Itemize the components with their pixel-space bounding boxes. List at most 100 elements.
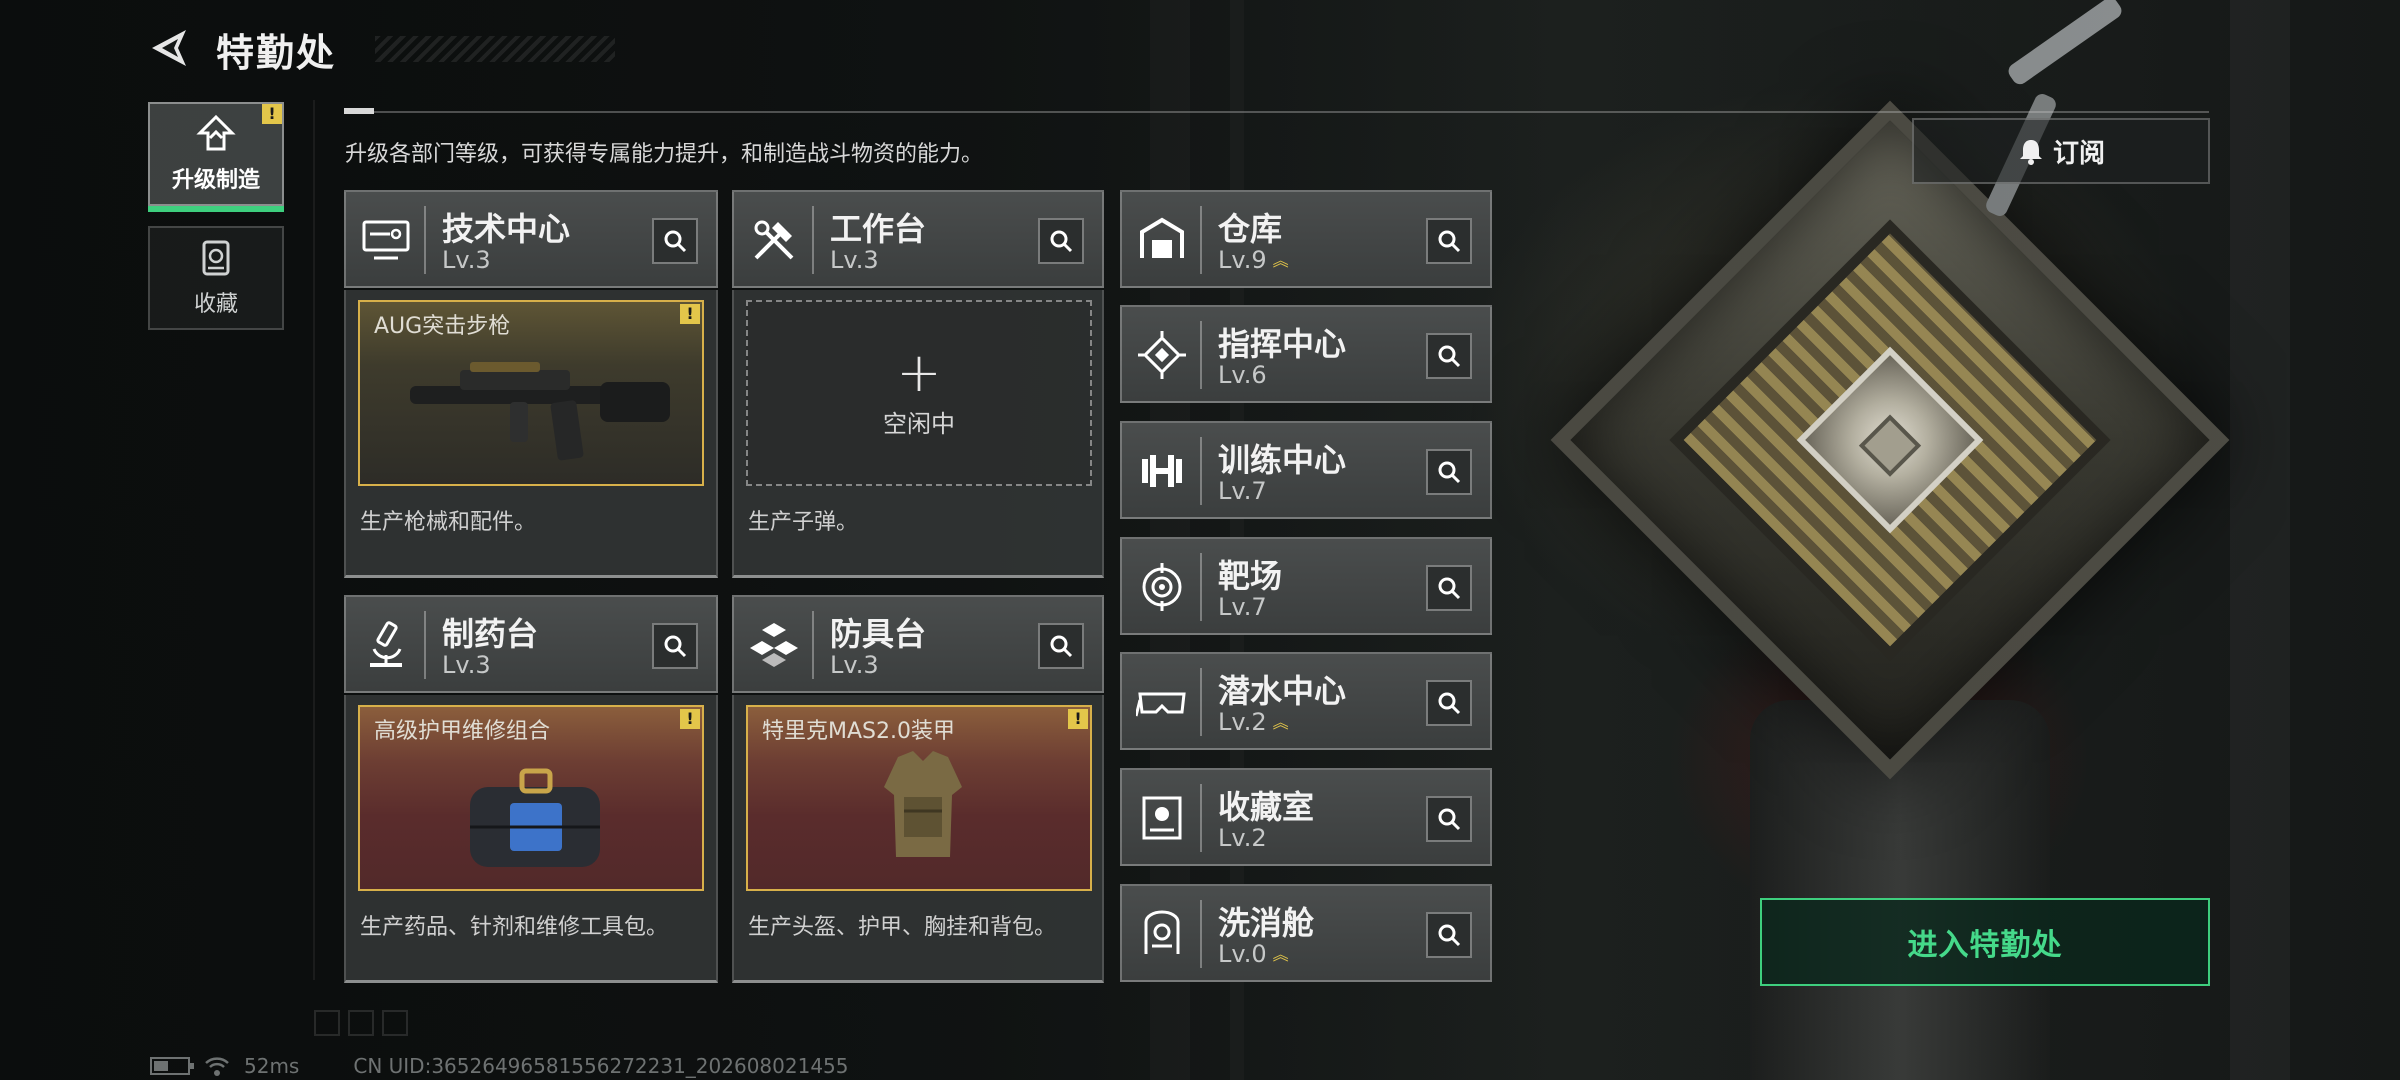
facility-workbench[interactable]: 工作台 Lv.3 xyxy=(732,190,1104,288)
warehouse-icon xyxy=(1140,217,1184,258)
magnifier-icon xyxy=(1438,924,1461,947)
department-level: Lv.7 xyxy=(1218,477,1267,505)
magnifier-icon xyxy=(1438,230,1461,253)
facility-level: Lv.3 xyxy=(830,246,879,274)
subscribe-label: 订阅 xyxy=(2052,138,2105,169)
dumbbell-icon xyxy=(1142,455,1182,487)
department-level-value: Lv.9 xyxy=(1218,246,1267,274)
department-level-value: Lv.7 xyxy=(1218,477,1267,505)
inspect-button[interactable] xyxy=(1038,218,1084,264)
microscope-icon xyxy=(370,621,402,667)
back-button[interactable] xyxy=(148,26,190,70)
bell-icon xyxy=(2019,140,2042,165)
inspect-button[interactable] xyxy=(652,218,698,264)
magnifier-icon xyxy=(1438,461,1461,484)
slot-item-name: 特里克MAS2.0装甲 xyxy=(762,719,955,744)
department-card[interactable]: 收藏室 Lv.2 xyxy=(1120,768,1492,866)
monitor-icon xyxy=(362,220,410,260)
separator xyxy=(424,206,426,274)
department-name: 仓库 xyxy=(1218,210,1283,248)
department-card[interactable]: 仓库 Lv.9 ︽ xyxy=(1120,190,1492,288)
inspect-button[interactable] xyxy=(1426,912,1472,958)
department-level: Lv.6 xyxy=(1218,361,1267,389)
inspect-button[interactable] xyxy=(1426,680,1472,726)
production-slot[interactable]: 特里克MAS2.0装甲 ! xyxy=(746,705,1092,891)
department-name: 靶场 xyxy=(1218,557,1283,595)
magnifier-icon xyxy=(1050,635,1073,658)
alert-badge: ! xyxy=(262,104,282,124)
enter-special-ops-button[interactable]: 进入特勤处 xyxy=(1760,898,2210,986)
facility-name: 工作台 xyxy=(830,210,927,248)
subscribe-button[interactable]: 订阅 xyxy=(1912,118,2210,184)
department-level-value: Lv.7 xyxy=(1218,593,1267,621)
separator xyxy=(1200,900,1202,968)
rifle-image xyxy=(410,362,670,461)
facility-name: 防具台 xyxy=(830,615,927,653)
separator xyxy=(1200,553,1202,621)
department-card[interactable]: 指挥中心 Lv.6 xyxy=(1120,305,1492,403)
tools-icon xyxy=(754,220,794,260)
plus-icon: + xyxy=(896,340,942,404)
facility-tech-center[interactable]: 技术中心 Lv.3 xyxy=(344,190,718,288)
inspect-button[interactable] xyxy=(1426,449,1472,495)
inspect-button[interactable] xyxy=(1426,218,1472,264)
empty-production-slot[interactable]: + 空闲中 xyxy=(746,300,1092,486)
production-slot[interactable]: AUG突击步枪 ! xyxy=(358,300,704,486)
inspect-button[interactable] xyxy=(1426,796,1472,842)
department-name: 指挥中心 xyxy=(1218,325,1347,363)
department-level: Lv.2 xyxy=(1218,824,1267,852)
inspect-button[interactable] xyxy=(652,623,698,669)
facility-armor-bench[interactable]: 防具台 Lv.3 xyxy=(732,595,1104,693)
slot-item-name: 高级护甲维修组合 xyxy=(374,719,551,744)
nav-collection[interactable]: 收藏 xyxy=(148,226,284,330)
chip-icon xyxy=(1138,331,1186,379)
separator xyxy=(812,206,814,274)
decon-pod-icon xyxy=(1144,910,1180,954)
repair-kit-bag-image xyxy=(470,768,600,867)
department-level: Lv.2 ︽ xyxy=(1218,708,1289,736)
department-name: 训练中心 xyxy=(1218,441,1347,479)
facility-level: Lv.3 xyxy=(442,651,491,679)
inspect-button[interactable] xyxy=(1426,333,1472,379)
wifi-icon xyxy=(205,1057,229,1076)
production-panel: AUG突击步枪 ! 生产枪械和配件。 xyxy=(344,290,718,578)
facility-pharmacy[interactable]: 制药台 Lv.3 xyxy=(344,595,718,693)
status-bar: 52ms CN UID:3652649658155627223​1_202608… xyxy=(150,1054,849,1078)
department-level: Lv.0 ︽ xyxy=(1218,940,1289,968)
department-level-value: Lv.2 xyxy=(1218,708,1267,736)
separator xyxy=(1200,437,1202,505)
department-card[interactable]: 洗消舱 Lv.0 ︽ xyxy=(1120,884,1492,982)
magnifier-icon xyxy=(1438,577,1461,600)
alert-badge: ! xyxy=(680,304,700,324)
intro-text: 升级各部门等级，可获得专属能力提升，和制造战斗物资的能力。 xyxy=(345,142,984,167)
inspect-button[interactable] xyxy=(1038,623,1084,669)
magnifier-icon xyxy=(1438,345,1461,368)
body-armor-image xyxy=(884,751,962,857)
separator xyxy=(1200,668,1202,736)
alert-badge: ! xyxy=(1068,709,1088,729)
slot-item-name: AUG突击步枪 xyxy=(374,314,511,339)
upgrade-available-icon: ︽ xyxy=(1272,945,1289,964)
department-card[interactable]: 训练中心 Lv.7 xyxy=(1120,421,1492,519)
enter-label: 进入特勤处 xyxy=(1907,928,2063,963)
separator xyxy=(1200,784,1202,852)
department-card[interactable]: 靶场 Lv.7 xyxy=(1120,537,1492,635)
facility-description: 生产子弹。 xyxy=(748,510,859,535)
inspect-button[interactable] xyxy=(1426,565,1472,611)
armor-blocks-icon xyxy=(750,623,798,667)
title-decoration xyxy=(375,36,615,62)
magnifier-icon xyxy=(1438,808,1461,831)
nav-upgrade-craft[interactable]: 升级制造 ! xyxy=(148,102,284,212)
back-arrow-icon xyxy=(152,30,186,66)
department-level-value: Lv.2 xyxy=(1218,824,1267,852)
nav-divider xyxy=(313,100,315,980)
production-slot[interactable]: 高级护甲维修组合 ! xyxy=(358,705,704,891)
separator xyxy=(1200,321,1202,389)
department-level-value: Lv.6 xyxy=(1218,361,1267,389)
department-card[interactable]: 潜水中心 Lv.2 ︽ xyxy=(1120,652,1492,750)
battery-icon xyxy=(150,1057,194,1075)
divider xyxy=(344,111,2209,113)
divider-accent xyxy=(344,108,374,114)
magnifier-icon xyxy=(1050,230,1073,253)
separator xyxy=(424,611,426,679)
